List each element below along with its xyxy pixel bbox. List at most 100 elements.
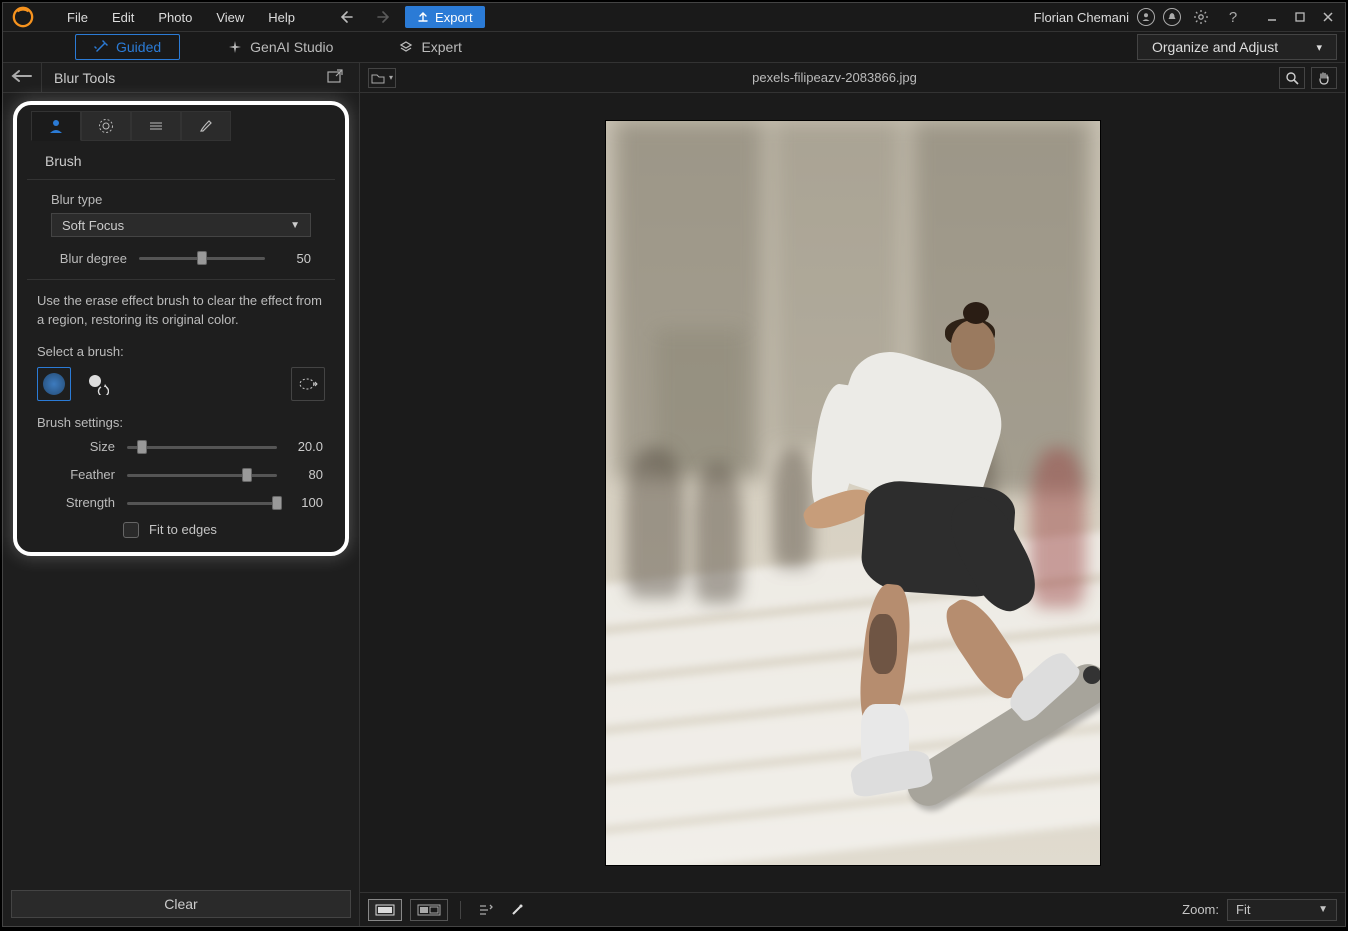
strength-slider[interactable]: [127, 494, 277, 512]
brush-settings-label: Brush settings:: [17, 413, 345, 438]
blur-degree-row: Blur degree 50: [51, 249, 311, 267]
tab-radial[interactable]: [81, 111, 131, 141]
linear-icon: [147, 117, 165, 135]
chevron-down-icon: ▼: [1318, 904, 1328, 915]
clear-button[interactable]: Clear: [11, 890, 351, 918]
flip-icon[interactable]: [473, 899, 497, 921]
redo-icon[interactable]: [369, 6, 393, 28]
strength-row: Strength 100: [39, 494, 323, 512]
chevron-down-icon: ▼: [290, 220, 300, 231]
fit-edges-label: Fit to edges: [149, 522, 217, 537]
brush-erase-icon: [87, 373, 109, 395]
canvas-footer: Zoom: Fit ▼: [360, 892, 1345, 926]
organize-label: Organize and Adjust: [1152, 39, 1278, 55]
blur-type-select[interactable]: Soft Focus ▼: [51, 213, 311, 237]
undo-icon[interactable]: [337, 6, 361, 28]
export-label: Export: [435, 10, 473, 25]
person-icon: [47, 117, 65, 135]
blur-type-label: Blur type: [51, 192, 311, 207]
photo-preview: [606, 121, 1100, 865]
canvas-viewport[interactable]: [360, 93, 1345, 892]
canvas-toolbar: ▾ pexels-filipeazv-2083866.jpg: [360, 63, 1345, 93]
wand-small-icon[interactable]: [505, 899, 529, 921]
mode-guided[interactable]: Guided: [75, 34, 180, 60]
radial-icon: [97, 117, 115, 135]
folder-dropdown[interactable]: ▾: [368, 68, 396, 88]
zoom-value: Fit: [1236, 902, 1250, 917]
maximize-icon[interactable]: [1289, 8, 1311, 26]
brush-picker-row: [17, 367, 345, 413]
fit-edges-row: Fit to edges: [39, 512, 323, 538]
history-buttons: [337, 6, 393, 28]
tab-paint[interactable]: [181, 111, 231, 141]
organize-adjust-button[interactable]: Organize and Adjust ▾: [1137, 34, 1337, 60]
blur-type-value: Soft Focus: [62, 218, 124, 233]
view-compare-icon[interactable]: [410, 899, 448, 921]
blur-type-group: Blur type Soft Focus ▼ Blur degree 50: [27, 180, 335, 280]
feather-slider[interactable]: [127, 466, 277, 484]
selection-tool[interactable]: [291, 367, 325, 401]
bell-icon[interactable]: [1163, 8, 1181, 26]
select-brush-label: Select a brush:: [17, 334, 345, 367]
size-row: Size 20.0: [39, 438, 323, 456]
popout-icon[interactable]: [327, 69, 351, 86]
tab-brush[interactable]: [31, 111, 81, 141]
mode-genai-label: GenAI Studio: [250, 39, 333, 55]
blur-panel: Brush Blur type Soft Focus ▼ Blur degree…: [13, 101, 349, 556]
main-area: Blur Tools: [3, 63, 1345, 926]
app-logo-icon: [9, 5, 37, 29]
gear-icon[interactable]: [1189, 6, 1213, 28]
zoom-tool-icon[interactable]: [1279, 67, 1305, 89]
erase-help-text: Use the erase effect brush to clear the …: [17, 280, 345, 334]
fit-edges-checkbox[interactable]: [123, 522, 139, 538]
zoom-select[interactable]: Fit ▼: [1227, 899, 1337, 921]
sidebar: Blur Tools: [3, 63, 360, 926]
file-name-label: pexels-filipeazv-2083866.jpg: [396, 70, 1273, 85]
brush-erase[interactable]: [81, 367, 115, 401]
canvas-area: ▾ pexels-filipeazv-2083866.jpg: [360, 63, 1345, 926]
blur-degree-slider[interactable]: [139, 249, 265, 267]
title-right: Florian Chemani ?: [1034, 6, 1339, 28]
zoom-controls: Zoom: Fit ▼: [1182, 899, 1337, 921]
layers-icon: [399, 40, 413, 54]
user-icon[interactable]: [1137, 8, 1155, 26]
pan-tool-icon[interactable]: [1311, 67, 1337, 89]
app-window: File Edit Photo View Help Export Florian…: [2, 2, 1346, 927]
close-icon[interactable]: [1317, 8, 1339, 26]
size-label: Size: [39, 439, 115, 454]
blur-tool-tabs: [31, 111, 331, 141]
export-button[interactable]: Export: [405, 6, 485, 28]
menu-file[interactable]: File: [55, 6, 100, 29]
section-brush-label: Brush: [27, 147, 335, 180]
sidebar-title: Blur Tools: [41, 63, 327, 93]
mode-bar: Guided GenAI Studio Expert Organize and …: [3, 31, 1345, 63]
blur-degree-value: 50: [277, 251, 311, 266]
menu-view[interactable]: View: [204, 6, 256, 29]
brush-apply[interactable]: [37, 367, 71, 401]
mode-guided-label: Guided: [116, 39, 161, 55]
menu-help[interactable]: Help: [256, 6, 307, 29]
mode-genai[interactable]: GenAI Studio: [210, 34, 351, 60]
selection-icon: [298, 376, 318, 392]
subject-skater: [793, 284, 1053, 804]
minimize-icon[interactable]: [1261, 8, 1283, 26]
mode-expert[interactable]: Expert: [381, 34, 479, 60]
menu-photo[interactable]: Photo: [146, 6, 204, 29]
brush-settings-group: Size 20.0 Feather 80 Strength 100: [27, 438, 335, 538]
upload-icon: [417, 11, 429, 23]
chevron-down-icon: ▾: [1316, 41, 1322, 54]
size-value: 20.0: [289, 439, 323, 454]
blur-degree-label: Blur degree: [51, 251, 127, 266]
size-slider[interactable]: [127, 438, 277, 456]
feather-row: Feather 80: [39, 466, 323, 484]
clear-label: Clear: [164, 896, 197, 912]
tab-linear[interactable]: [131, 111, 181, 141]
menu-edit[interactable]: Edit: [100, 6, 146, 29]
feather-value: 80: [289, 467, 323, 482]
back-icon[interactable]: [11, 67, 41, 88]
strength-value: 100: [289, 495, 323, 510]
username-label: Florian Chemani: [1034, 10, 1129, 25]
zoom-label: Zoom:: [1182, 902, 1219, 917]
help-icon[interactable]: ?: [1221, 6, 1245, 28]
view-single-icon[interactable]: [368, 899, 402, 921]
